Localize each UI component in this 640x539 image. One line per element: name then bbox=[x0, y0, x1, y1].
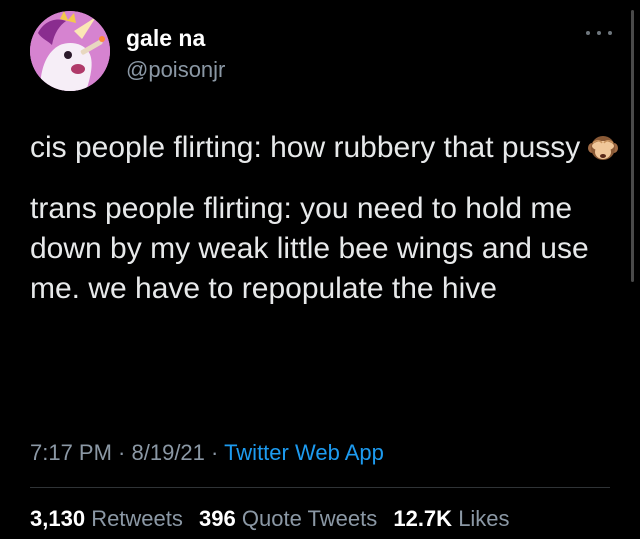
likes-count: 12.7K bbox=[393, 506, 453, 531]
tweet-metadata: 7:17 PM · 8/19/21 · Twitter Web App bbox=[30, 440, 384, 466]
tweet-card: gale na @poisonjr cis people flirting: h… bbox=[0, 0, 640, 539]
divider bbox=[30, 487, 610, 488]
tweet-date[interactable]: 8/19/21 bbox=[132, 440, 205, 465]
likes-stat[interactable]: 12.7K Likes bbox=[393, 506, 509, 531]
tweet-paragraph: cis people flirting: how rubbery that pu… bbox=[30, 128, 620, 174]
retweets-stat[interactable]: 3,130 Retweets bbox=[30, 506, 183, 531]
tweet-time[interactable]: 7:17 PM bbox=[30, 440, 112, 465]
separator: · bbox=[204, 440, 225, 465]
quote-tweets-stat[interactable]: 396 Quote Tweets bbox=[199, 506, 377, 531]
dot bbox=[608, 31, 612, 35]
see-no-evil-monkey-icon bbox=[588, 133, 619, 174]
engagement-stats: 3,130 Retweets 396 Quote Tweets 12.7K Li… bbox=[30, 506, 520, 532]
dot bbox=[586, 31, 590, 35]
retweets-count: 3,130 bbox=[30, 506, 86, 531]
retweets-label: Retweets bbox=[91, 506, 183, 531]
dot bbox=[597, 31, 601, 35]
avatar[interactable] bbox=[30, 11, 110, 91]
username-handle[interactable]: @poisonjr bbox=[126, 57, 225, 83]
tweet-paragraph: trans people flirting: you need to hold … bbox=[30, 192, 589, 305]
tweet-text: cis people flirting: how rubbery that pu… bbox=[30, 128, 620, 309]
tweet-source-link[interactable]: Twitter Web App bbox=[224, 440, 384, 465]
separator: · bbox=[111, 440, 132, 465]
display-name[interactable]: gale na bbox=[126, 24, 205, 52]
more-options-icon[interactable] bbox=[586, 26, 612, 40]
quote-tweets-count: 396 bbox=[199, 506, 236, 531]
tweet-line-1: cis people flirting: how rubbery that pu… bbox=[30, 131, 581, 164]
likes-label: Likes bbox=[458, 506, 510, 531]
quote-tweets-label: Quote Tweets bbox=[241, 506, 378, 531]
scrollbar[interactable] bbox=[631, 10, 634, 282]
unicorn-avatar-icon bbox=[30, 11, 110, 91]
